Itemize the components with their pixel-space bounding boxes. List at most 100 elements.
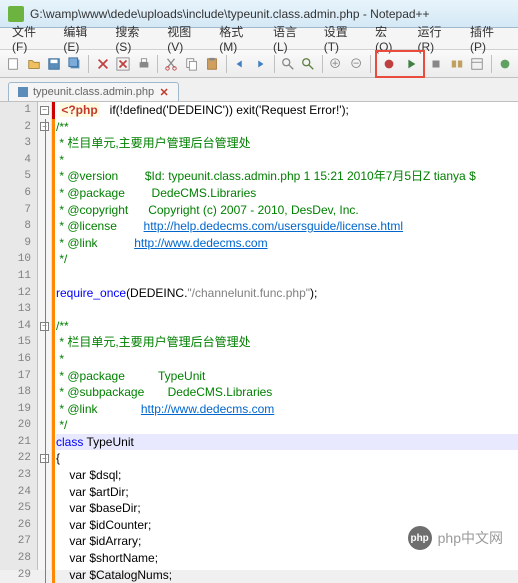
menu-format[interactable]: 格式(M) bbox=[211, 21, 265, 56]
menu-search[interactable]: 搜索(S) bbox=[107, 21, 159, 56]
menu-plugins[interactable]: 插件(P) bbox=[462, 21, 514, 56]
change-marker bbox=[52, 102, 55, 119]
find-button[interactable] bbox=[279, 54, 298, 74]
line-number: 6 bbox=[0, 185, 37, 202]
line-number: 22 bbox=[0, 450, 37, 467]
line-number: 9 bbox=[0, 235, 37, 252]
redo-button[interactable] bbox=[251, 54, 270, 74]
fold-gutter: − − − − bbox=[38, 102, 52, 570]
line-number: 16 bbox=[0, 351, 37, 368]
code-line: /** bbox=[56, 119, 518, 136]
toolbar-sep bbox=[226, 55, 227, 73]
tool-button[interactable] bbox=[427, 54, 446, 74]
line-number: 7 bbox=[0, 202, 37, 219]
line-number: 13 bbox=[0, 301, 37, 318]
code-line: var $shortName; bbox=[56, 550, 518, 567]
code-line: require_once(DEDEINC."/channelunit.func.… bbox=[56, 285, 518, 302]
menu-file[interactable]: 文件(F) bbox=[4, 21, 55, 56]
print-button[interactable] bbox=[134, 54, 153, 74]
file-tab[interactable]: typeunit.class.admin.php ✕ bbox=[8, 82, 179, 101]
window-title: G:\wamp\www\dede\uploads\include\typeuni… bbox=[30, 7, 430, 21]
new-file-button[interactable] bbox=[4, 54, 23, 74]
line-number: 12 bbox=[0, 285, 37, 302]
line-number: 1 bbox=[0, 102, 37, 119]
code-line: * bbox=[56, 152, 518, 169]
line-number: 23 bbox=[0, 467, 37, 484]
code-line: class TypeUnit bbox=[56, 434, 518, 451]
watermark-icon: php bbox=[408, 526, 432, 550]
editor: 1 2 3 4 5 6 7 8 9 10 11 12 13 14 15 16 1… bbox=[0, 102, 518, 570]
code-line: var $artDir; bbox=[56, 484, 518, 501]
line-number: 19 bbox=[0, 401, 37, 418]
line-number: 11 bbox=[0, 268, 37, 285]
toolbar-sep bbox=[370, 55, 371, 73]
play-macro-button[interactable] bbox=[401, 54, 421, 74]
code-line: * @link http://www.dedecms.com bbox=[56, 235, 518, 252]
watermark: php php中文网 bbox=[408, 526, 503, 550]
line-number: 18 bbox=[0, 384, 37, 401]
paste-button[interactable] bbox=[203, 54, 222, 74]
tool-button[interactable] bbox=[468, 54, 487, 74]
code-area[interactable]: <?php if(!defined('DEDEINC')) exit('Requ… bbox=[52, 102, 518, 570]
line-number: 5 bbox=[0, 168, 37, 185]
line-number: 10 bbox=[0, 251, 37, 268]
line-number: 14 bbox=[0, 318, 37, 335]
tab-close-icon[interactable]: ✕ bbox=[158, 86, 170, 98]
line-number: 8 bbox=[0, 218, 37, 235]
zoom-in-button[interactable] bbox=[327, 54, 346, 74]
code-line: * bbox=[56, 351, 518, 368]
menu-settings[interactable]: 设置(T) bbox=[316, 21, 367, 56]
menu-view[interactable]: 视图(V) bbox=[159, 21, 211, 56]
app-icon bbox=[8, 6, 24, 22]
undo-button[interactable] bbox=[231, 54, 250, 74]
code-line bbox=[56, 268, 518, 285]
toolbar-sep bbox=[322, 55, 323, 73]
code-line: var $CatalogNums; bbox=[56, 567, 518, 583]
code-line: */ bbox=[56, 251, 518, 268]
code-line: * @version $Id: typeunit.class.admin.php… bbox=[56, 168, 518, 185]
code-line: <?php if(!defined('DEDEINC')) exit('Requ… bbox=[56, 102, 518, 119]
code-line: * @subpackage DedeCMS.Libraries bbox=[56, 384, 518, 401]
code-line: var $baseDir; bbox=[56, 500, 518, 517]
line-number-gutter: 1 2 3 4 5 6 7 8 9 10 11 12 13 14 15 16 1… bbox=[0, 102, 38, 570]
code-line: * @license http://help.dedecms.com/users… bbox=[56, 218, 518, 235]
code-line: /** bbox=[56, 318, 518, 335]
toolbar bbox=[0, 50, 518, 78]
toolbar-sep bbox=[491, 55, 492, 73]
save-button[interactable] bbox=[45, 54, 64, 74]
cut-button[interactable] bbox=[162, 54, 181, 74]
code-line bbox=[56, 301, 518, 318]
tabbar: typeunit.class.admin.php ✕ bbox=[0, 78, 518, 102]
close-all-button[interactable] bbox=[114, 54, 133, 74]
toolbar-sep bbox=[88, 55, 89, 73]
code-line: var $dsql; bbox=[56, 467, 518, 484]
line-number: 28 bbox=[0, 550, 37, 567]
highlighted-tools bbox=[375, 50, 425, 78]
code-line: * @copyright Copyright (c) 2007 - 2010, … bbox=[56, 202, 518, 219]
zoom-out-button[interactable] bbox=[347, 54, 366, 74]
record-macro-button[interactable] bbox=[379, 54, 399, 74]
code-line: { bbox=[56, 450, 518, 467]
tool-button[interactable] bbox=[495, 54, 514, 74]
code-line: * @package TypeUnit bbox=[56, 368, 518, 385]
replace-button[interactable] bbox=[299, 54, 318, 74]
fold-toggle[interactable]: − bbox=[40, 106, 49, 115]
line-number: 15 bbox=[0, 334, 37, 351]
change-marker bbox=[52, 119, 55, 583]
menu-language[interactable]: 语言(L) bbox=[265, 21, 316, 56]
line-number: 20 bbox=[0, 417, 37, 434]
line-number: 17 bbox=[0, 368, 37, 385]
menubar: 文件(F) 编辑(E) 搜索(S) 视图(V) 格式(M) 语言(L) 设置(T… bbox=[0, 28, 518, 50]
copy-button[interactable] bbox=[182, 54, 201, 74]
close-button[interactable] bbox=[93, 54, 112, 74]
line-number: 2 bbox=[0, 119, 37, 136]
save-all-button[interactable] bbox=[66, 54, 85, 74]
toolbar-sep bbox=[157, 55, 158, 73]
line-number: 21 bbox=[0, 434, 37, 451]
code-line: * 栏目单元,主要用户管理后台管理处 bbox=[56, 334, 518, 351]
code-line: */ bbox=[56, 417, 518, 434]
tool-button[interactable] bbox=[447, 54, 466, 74]
menu-edit[interactable]: 编辑(E) bbox=[55, 21, 107, 56]
open-file-button[interactable] bbox=[25, 54, 44, 74]
file-icon bbox=[17, 86, 29, 98]
